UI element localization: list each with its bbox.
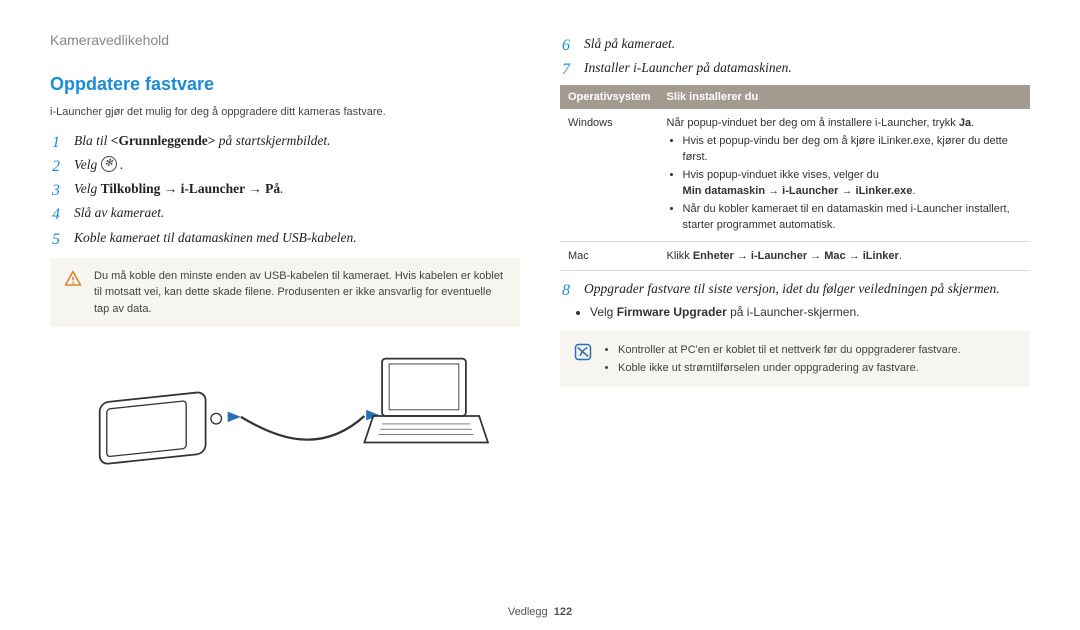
steps-list-right-b: Oppgrader fastvare til siste versjon, id… [560,279,1030,299]
step-5: Koble kameraet til datamaskinen med USB-… [50,228,520,248]
step-1: Bla til <Grunnleggende> på startskjermbi… [50,131,520,151]
note-item-1: Kontroller at PC'en er koblet til et net… [618,342,961,359]
step-2: Velg . [50,155,520,175]
steps-list-right-a: Slå på kameraet. Installer i-Launcher på… [560,34,1030,79]
step-8-sub: Velg Firmware Upgrader på i-Launcher-skj… [560,303,1030,321]
step-3: Velg Tilkobling → i-Launcher → På. [50,179,520,199]
install-table: Operativsystem Slik installerer du Windo… [560,85,1030,272]
cell-os-mac: Mac [560,241,659,271]
step-7: Installer i-Launcher på datamaskinen. [560,58,1030,78]
th-os: Operativsystem [560,85,659,110]
warning-box: Du må koble den minste enden av USB-kabe… [50,258,520,328]
intro-text: i-Launcher gjør det mulig for deg å oppg… [50,104,520,121]
section-title: Oppdatere fastvare [50,71,520,98]
usb-connection-illustration [50,341,520,491]
warning-text: Du må koble den minste enden av USB-kabe… [94,268,506,318]
th-howto: Slik installerer du [659,85,1030,110]
note-item-2: Koble ikke ut strømtilførselen under opp… [618,360,961,377]
cell-howto-windows: Når popup-vinduet ber deg om å installer… [659,109,1030,241]
row-windows: Windows Når popup-vinduet ber deg om å i… [560,109,1030,241]
warning-icon [64,270,82,288]
note-icon [574,343,592,361]
settings-icon [101,156,117,172]
cell-os-windows: Windows [560,109,659,241]
breadcrumb: Kameravedlikehold [50,30,520,51]
cell-howto-mac: Klikk Enheter → i-Launcher → Mac → iLink… [659,241,1030,271]
step-4: Slå av kameraet. [50,203,520,223]
steps-list-left: Bla til <Grunnleggende> på startskjermbi… [50,131,520,248]
step-6: Slå på kameraet. [560,34,1030,54]
footer: Vedlegg 122 [0,604,1080,621]
footer-section: Vedlegg [508,606,548,618]
step-8: Oppgrader fastvare til siste versjon, id… [560,279,1030,299]
note-box: Kontroller at PC'en er koblet til et net… [560,331,1030,387]
page-number: 122 [554,606,572,618]
row-mac: Mac Klikk Enheter → i-Launcher → Mac → i… [560,241,1030,271]
